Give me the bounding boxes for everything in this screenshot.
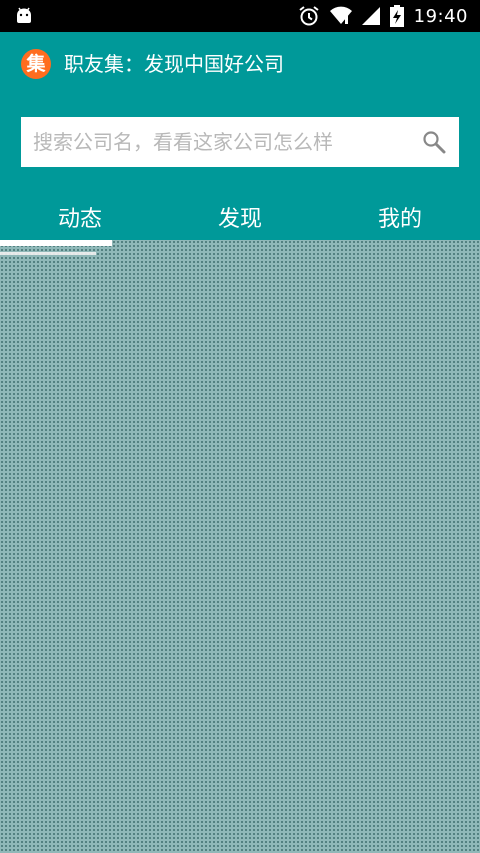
tab-indicator-shadow — [0, 252, 96, 255]
alarm-icon — [299, 6, 319, 26]
search-button[interactable] — [421, 129, 447, 155]
tab-wode[interactable]: 我的 — [320, 200, 480, 240]
search-input[interactable] — [21, 117, 401, 167]
battery-charging-icon — [389, 5, 404, 27]
app-logo: 集 — [21, 49, 51, 79]
status-bar: 19:40 — [0, 0, 480, 32]
content-overlay[interactable] — [0, 240, 480, 853]
status-time: 19:40 — [413, 5, 468, 27]
wifi-icon — [329, 6, 352, 24]
app-title: 职友集：发现中国好公司 — [64, 52, 284, 76]
signal-icon — [361, 7, 380, 25]
tab-dongtai[interactable]: 动态 — [0, 200, 160, 240]
search-icon — [423, 131, 446, 154]
app-bar: 集 职友集：发现中国好公司 动态 发现 我的 — [0, 32, 480, 240]
tab-bar: 动态 发现 我的 — [0, 200, 480, 240]
tab-faxian[interactable]: 发现 — [160, 200, 320, 240]
tab-indicator — [0, 240, 112, 246]
search-box — [21, 117, 459, 167]
android-icon — [17, 7, 31, 23]
